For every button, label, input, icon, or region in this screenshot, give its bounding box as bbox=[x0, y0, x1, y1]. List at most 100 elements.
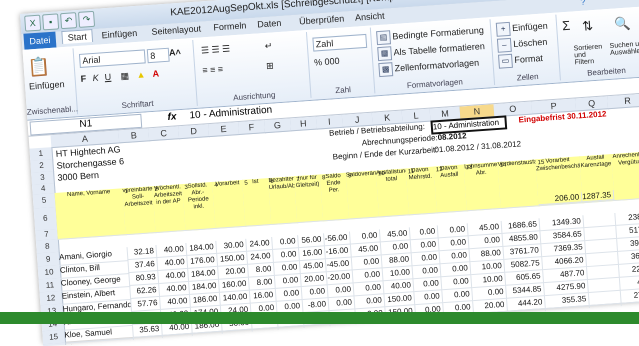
table-cell[interactable]: 517.95 bbox=[616, 223, 639, 239]
fx-icon[interactable]: fx bbox=[167, 111, 177, 123]
alignment-group: ☰ ☰ ☰ ≡ ≡ ≡ ↵ ⊞ Ausrichtung bbox=[194, 32, 312, 106]
delete-cells-button[interactable]: – Löschen bbox=[496, 35, 548, 53]
column-number: 5 bbox=[244, 180, 248, 187]
table-cell[interactable]: 228.05 bbox=[618, 262, 639, 278]
table-cell[interactable]: 40.00 bbox=[162, 333, 194, 346]
table-cell[interactable] bbox=[192, 331, 224, 346]
period-value: 08.2012 bbox=[437, 131, 467, 143]
column-number: 4 bbox=[214, 182, 219, 189]
number-format-select[interactable]: Zahl bbox=[312, 33, 368, 52]
styles-group: ▤ Bedingte Formatierung ▦ Als Tabelle form… bbox=[371, 19, 496, 94]
delete-icon: – bbox=[496, 37, 512, 53]
column-number: 10 bbox=[377, 170, 385, 178]
table-cell[interactable]: 398.45 bbox=[617, 236, 639, 252]
merge-cells-icon[interactable]: ⊞ bbox=[266, 60, 274, 71]
redo-icon[interactable]: ↷ bbox=[77, 10, 96, 28]
number-group: Zahl % 000 Zahl bbox=[307, 27, 376, 98]
column-number: 8 bbox=[321, 175, 326, 182]
percent-format[interactable]: % 000 bbox=[314, 56, 340, 68]
column-number: 7 bbox=[296, 176, 300, 184]
column-title: Anrechenbare Vergütung bbox=[611, 151, 639, 201]
table-cell[interactable]: 47.45 bbox=[619, 275, 639, 291]
wrap-text-icon[interactable]: ↵ bbox=[264, 40, 272, 51]
status-bar bbox=[0, 312, 639, 324]
work-period-label: Beginn / Ende der Kurzarbeit: bbox=[332, 145, 438, 162]
find-select-button[interactable]: Suchen und Auswählen bbox=[609, 40, 639, 57]
tab-ueberpruefen[interactable]: Überprüfen bbox=[299, 13, 345, 26]
table-cell[interactable]: 7.42 bbox=[132, 335, 164, 346]
bold-icon[interactable]: F bbox=[80, 74, 86, 84]
table-cell[interactable] bbox=[330, 322, 358, 338]
column-number: 12 bbox=[435, 166, 443, 174]
sort-filter-button[interactable]: Sortieren und Filtern bbox=[574, 43, 607, 66]
column-header-r[interactable]: R bbox=[607, 93, 639, 110]
tab-ansicht[interactable]: Ansicht bbox=[355, 11, 385, 23]
table-cell[interactable] bbox=[278, 325, 306, 341]
work-period-value: 01.08.2012 / 31.08.2012 bbox=[434, 139, 522, 155]
grow-font-icon[interactable]: A˄ bbox=[169, 47, 181, 58]
font-color-icon[interactable]: A bbox=[152, 68, 159, 78]
undo-icon[interactable]: ↶ bbox=[60, 12, 78, 30]
find-icon[interactable]: 🔍 bbox=[614, 15, 631, 32]
align-top-icon[interactable]: ☰ ☰ ☰ bbox=[201, 43, 231, 56]
column-header-f[interactable]: F bbox=[238, 120, 266, 136]
company-city: 3000 Bern bbox=[57, 169, 100, 183]
column-number: 13 bbox=[465, 164, 473, 172]
tab-daten[interactable]: Daten bbox=[257, 18, 282, 30]
excel-logo-icon[interactable]: X bbox=[24, 14, 42, 32]
cell-style-icon: ▩ bbox=[378, 62, 394, 78]
font-group: Arial 8 A˄ F K U ▦ ▲ A Schriftart bbox=[74, 39, 198, 115]
format-icon: ▭ bbox=[498, 53, 513, 69]
company-street: Storchengasse 6 bbox=[56, 156, 125, 171]
column-number: 9 bbox=[347, 173, 352, 180]
excel-window: X ▪ ↶ ↷ KAE2012AugSepOkt.xls [Schreibges… bbox=[20, 0, 639, 346]
column-header-e[interactable]: E bbox=[208, 121, 240, 138]
column-header-b[interactable]: B bbox=[118, 128, 151, 144]
tab-start[interactable]: Start bbox=[61, 28, 94, 45]
table-cell[interactable] bbox=[252, 327, 280, 343]
column-number: 6 bbox=[270, 178, 274, 185]
tab-seitenlayout[interactable]: Seitenlayout bbox=[151, 23, 201, 36]
table-cell[interactable] bbox=[222, 329, 254, 345]
column-number: 11 bbox=[407, 168, 415, 176]
column-number: 3 bbox=[184, 184, 189, 191]
column-number: 15 bbox=[537, 159, 545, 167]
row-header-16[interactable]: 16 bbox=[43, 342, 68, 346]
table-cell[interactable]: 275.85 bbox=[620, 287, 639, 304]
sort-filter-icon[interactable]: ⇅ bbox=[582, 18, 594, 35]
cells-group: + Einfügen – Löschen ▭ Format Zellen bbox=[491, 14, 561, 85]
column-header-l[interactable]: L bbox=[401, 108, 432, 124]
fill-color-icon[interactable]: ▲ bbox=[136, 69, 146, 80]
column-title: Name, Vorname bbox=[54, 188, 127, 240]
italic-icon[interactable]: K bbox=[92, 73, 99, 83]
column-number: 2 bbox=[154, 186, 159, 194]
align-left-icon[interactable]: ≡ ≡ ≡ bbox=[202, 64, 223, 75]
paste-icon: 📋 bbox=[27, 56, 51, 78]
help-icon[interactable]: ? bbox=[580, 0, 586, 7]
format-cells-button[interactable]: ▭ Format bbox=[498, 52, 543, 69]
table-icon: ▦ bbox=[377, 46, 393, 62]
tab-einfuegen[interactable]: Einfügen bbox=[101, 28, 137, 40]
borders-icon[interactable]: ▦ bbox=[120, 71, 129, 83]
cells-label: Zellen bbox=[516, 71, 539, 83]
row-header-6[interactable]: 6 bbox=[33, 206, 59, 232]
font-name-select[interactable]: Arial bbox=[78, 49, 146, 68]
table-cell[interactable]: 369.65 bbox=[618, 249, 639, 265]
clipboard-label: Zwischenabl... bbox=[26, 104, 79, 117]
column-header-c[interactable]: C bbox=[148, 126, 181, 142]
conditional-format-icon: ▤ bbox=[376, 30, 392, 46]
table-cell[interactable] bbox=[304, 324, 332, 339]
autosum-icon[interactable]: Σ bbox=[562, 18, 571, 34]
worksheet-grid[interactable]: ABCDEFGHIJKLMNOPQR 123456789101112131415… bbox=[29, 93, 639, 346]
column-header-g[interactable]: G bbox=[264, 118, 292, 134]
tab-formeln[interactable]: Formeln bbox=[213, 20, 247, 32]
column-number: 1 bbox=[124, 188, 129, 196]
column-header-h[interactable]: H bbox=[289, 116, 318, 132]
underline-icon[interactable]: U bbox=[104, 72, 111, 82]
editing-group: Σ ⇅ 🔍 Sortieren und Filtern Suchen und A… bbox=[557, 8, 639, 80]
insert-cells-button[interactable]: + Einfügen bbox=[495, 19, 548, 37]
column-header-d[interactable]: D bbox=[178, 124, 211, 140]
save-icon[interactable]: ▪ bbox=[42, 13, 60, 31]
font-size-select[interactable]: 8 bbox=[146, 47, 170, 64]
paste-button[interactable]: Einfügen bbox=[29, 79, 65, 91]
